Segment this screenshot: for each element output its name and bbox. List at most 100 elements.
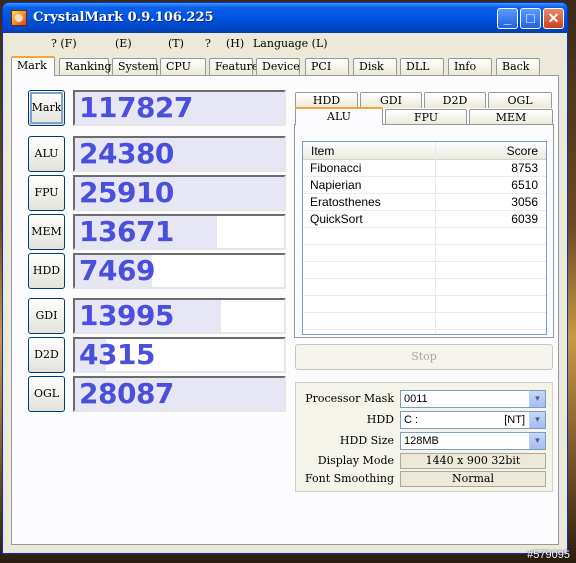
font-smoothing-value: Normal	[400, 471, 546, 487]
hdd-label: HDD	[366, 413, 394, 426]
tab-mark[interactable]: Mark	[11, 56, 55, 76]
alu-score-bar: 24380	[73, 136, 286, 172]
app-icon	[11, 10, 27, 26]
processor-mask-select[interactable]: 0011 ▼	[400, 390, 546, 408]
row-score: 6039	[511, 212, 538, 226]
hdd-size-select[interactable]: 128MB ▼	[400, 432, 546, 450]
menu-unknown[interactable]: ?	[205, 37, 211, 50]
hdd-score-bar: 7469	[73, 253, 286, 289]
mark-panel: Mark 117827 ALU 24380 FPU 25910 MEM 1367…	[11, 75, 559, 545]
subtab-d2d[interactable]: D2D	[424, 92, 486, 108]
menu-bar: ? (F) (E) (T) ? (H) Language (L)	[3, 34, 567, 54]
empty-row	[303, 228, 546, 245]
tab-disk[interactable]: Disk	[353, 58, 397, 75]
chevron-down-icon[interactable]: ▼	[529, 391, 545, 407]
menu-help[interactable]: (H)	[226, 37, 244, 50]
hdd-score-value: 7469	[79, 254, 155, 287]
row-item: Napierian	[310, 178, 362, 192]
tab-ranking[interactable]: Ranking	[59, 58, 112, 75]
tab-feature[interactable]: Feature	[209, 58, 258, 75]
alu-score-value: 24380	[79, 137, 174, 170]
menu-file[interactable]: ? (F)	[51, 37, 77, 50]
close-button[interactable]: ✕	[543, 8, 564, 29]
menu-tools[interactable]: (T)	[168, 37, 184, 50]
tab-info[interactable]: Info	[448, 58, 492, 75]
subtab-alu[interactable]: ALU	[295, 107, 383, 125]
font-smoothing-label: Font Smoothing	[304, 472, 394, 485]
hdd-type-tag: [NT]	[504, 414, 525, 426]
mark-score-bar: 117827	[73, 90, 286, 126]
empty-row	[303, 245, 546, 262]
row-item: Eratosthenes	[310, 195, 381, 209]
list-header: Item Score	[303, 142, 546, 160]
column-header-item[interactable]: Item	[311, 144, 334, 158]
tab-dll[interactable]: DLL	[400, 58, 444, 75]
column-header-score[interactable]: Score	[507, 144, 538, 158]
mark-button[interactable]: Mark	[28, 90, 65, 126]
table-row[interactable]: Fibonacci 8753	[303, 160, 546, 177]
hdd-button[interactable]: HDD	[28, 253, 65, 289]
subtab-mem[interactable]: MEM	[469, 109, 553, 125]
hdd-size-value: 128MB	[404, 435, 439, 447]
gdi-button[interactable]: GDI	[28, 298, 65, 334]
empty-row	[303, 279, 546, 296]
crystalmark-window: CrystalMark 0.9.106.225 _ □ ✕ ? (F) (E) …	[2, 2, 568, 554]
tab-device[interactable]: Device	[256, 58, 300, 75]
stop-button[interactable]: Stop	[295, 344, 553, 370]
tab-back[interactable]: Back	[496, 58, 540, 75]
ogl-button[interactable]: OGL	[28, 376, 65, 412]
display-mode-value: 1440 x 900 32bit	[400, 453, 546, 469]
d2d-score-value: 4315	[79, 338, 155, 371]
table-row[interactable]: Napierian 6510	[303, 177, 546, 194]
row-item: QuickSort	[310, 212, 363, 226]
table-row[interactable]: QuickSort 6039	[303, 211, 546, 228]
empty-row	[303, 313, 546, 330]
subtab-hdd[interactable]: HDD	[295, 92, 358, 108]
row-score: 8753	[511, 161, 538, 175]
fpu-score-value: 25910	[79, 176, 174, 209]
processor-mask-label: Processor Mask	[305, 392, 394, 405]
subtab-ogl[interactable]: OGL	[488, 92, 552, 108]
chevron-down-icon[interactable]: ▼	[529, 433, 545, 449]
d2d-button[interactable]: D2D	[28, 337, 65, 373]
hdd-value: C :	[404, 414, 419, 426]
watermark: #579095	[527, 549, 570, 561]
maximize-button[interactable]: □	[520, 8, 541, 29]
hdd-select[interactable]: C : [NT] ▼	[400, 411, 546, 429]
display-mode-label: Display Mode	[317, 454, 394, 467]
minimize-button[interactable]: _	[497, 8, 518, 29]
alu-results-list[interactable]: Item Score Fibonacci 8753 Napierian 6510…	[302, 141, 547, 335]
tab-system[interactable]: System	[112, 58, 159, 75]
subtab-fpu[interactable]: FPU	[385, 109, 467, 125]
settings-group: Processor Mask 0011 ▼ HDD C : [NT] ▼ HDD…	[295, 382, 553, 492]
mark-score-value: 117827	[79, 91, 193, 124]
table-row[interactable]: Eratosthenes 3056	[303, 194, 546, 211]
mem-button[interactable]: MEM	[28, 214, 65, 250]
menu-language[interactable]: Language (L)	[253, 37, 328, 50]
empty-row	[303, 296, 546, 313]
processor-mask-value: 0011	[404, 393, 428, 405]
gdi-score-value: 13995	[79, 299, 174, 332]
mem-score-value: 13671	[79, 215, 174, 248]
alu-button[interactable]: ALU	[28, 136, 65, 172]
ogl-score-value: 28087	[79, 377, 174, 410]
title-bar[interactable]: CrystalMark 0.9.106.225 _ □ ✕	[3, 3, 567, 33]
row-score: 6510	[511, 178, 538, 192]
mem-score-bar: 13671	[73, 214, 286, 250]
chevron-down-icon[interactable]: ▼	[529, 412, 545, 428]
hdd-size-label: HDD Size	[339, 434, 394, 447]
gdi-score-bar: 13995	[73, 298, 286, 334]
alu-subpanel: Item Score Fibonacci 8753 Napierian 6510…	[294, 124, 554, 338]
subtab-gdi[interactable]: GDI	[360, 92, 422, 108]
row-score: 3056	[511, 195, 538, 209]
row-item: Fibonacci	[310, 161, 362, 175]
d2d-score-bar: 4315	[73, 337, 286, 373]
empty-row	[303, 262, 546, 279]
fpu-score-bar: 25910	[73, 175, 286, 211]
menu-edit[interactable]: (E)	[115, 37, 132, 50]
window-title: CrystalMark 0.9.106.225	[33, 10, 214, 25]
tab-cpu[interactable]: CPU	[160, 58, 206, 75]
ogl-score-bar: 28087	[73, 376, 286, 412]
tab-pci[interactable]: PCI	[305, 58, 349, 75]
fpu-button[interactable]: FPU	[28, 175, 65, 211]
